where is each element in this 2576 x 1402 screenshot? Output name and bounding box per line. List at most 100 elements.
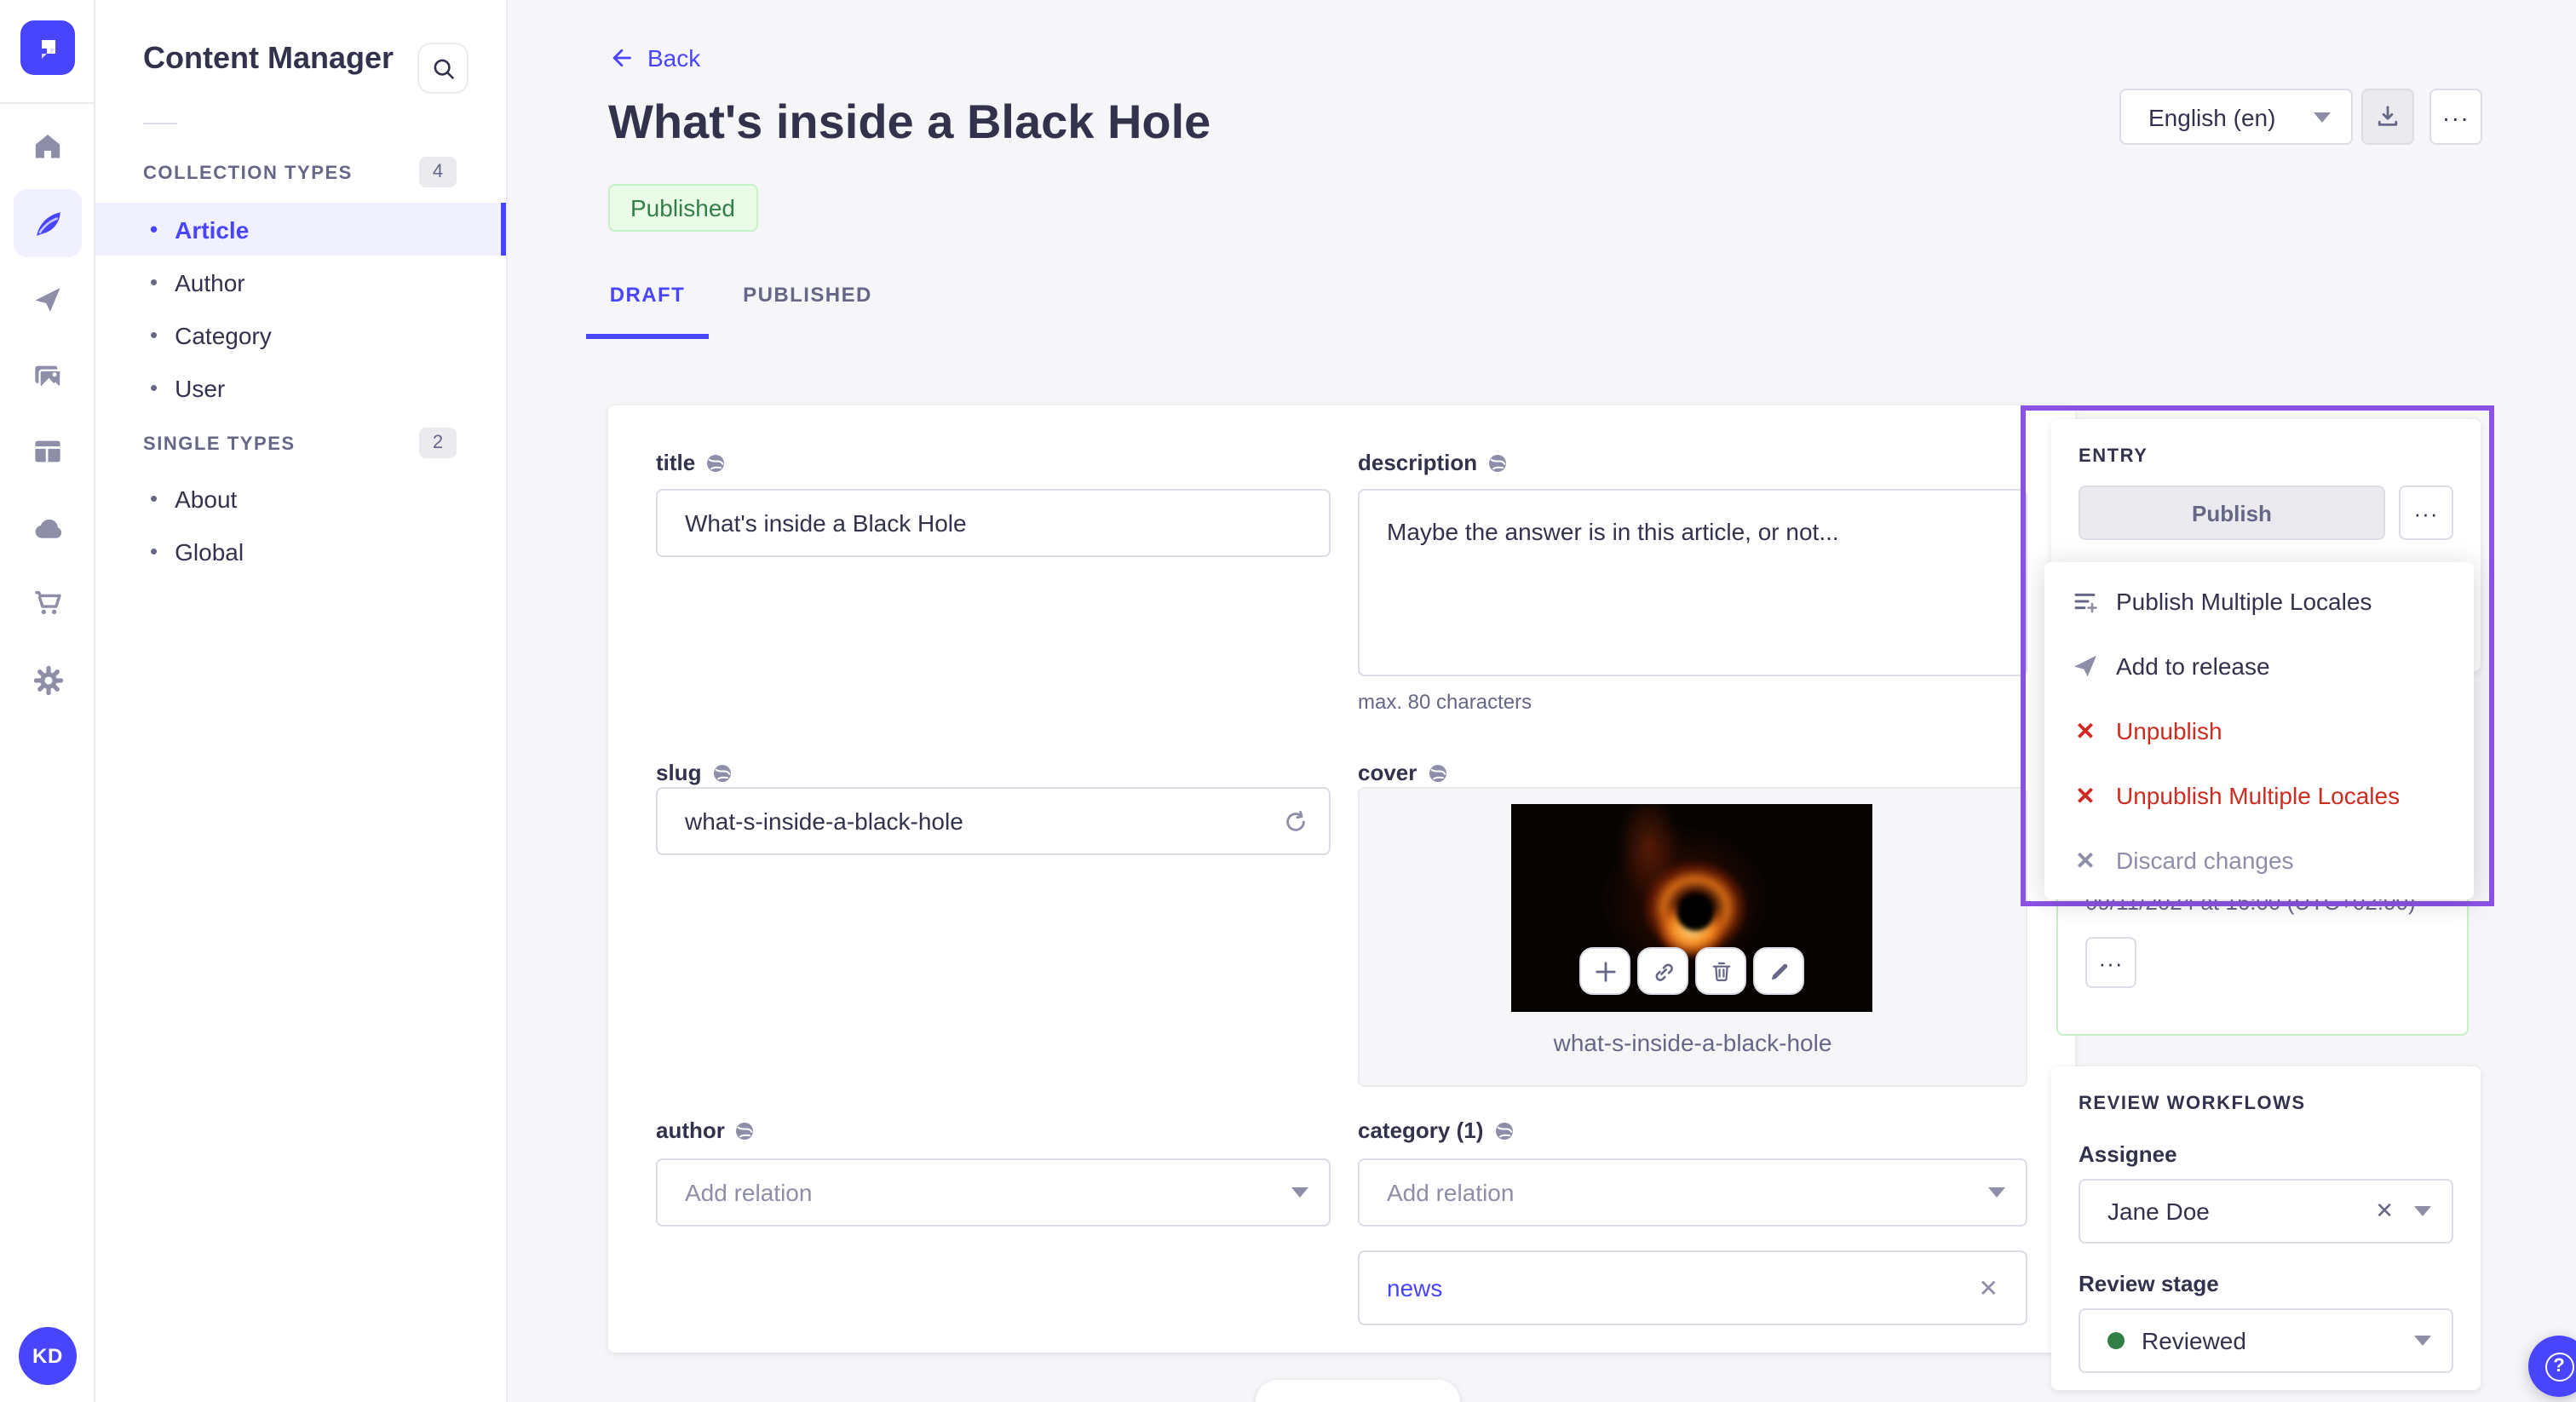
- delete-asset-button[interactable]: [1695, 947, 1746, 995]
- sidebar-item-category[interactable]: • Category: [95, 308, 508, 361]
- search-icon: [430, 55, 456, 81]
- copy-link-button[interactable]: [1637, 947, 1688, 995]
- category-relation-item[interactable]: news ✕: [1358, 1250, 2027, 1325]
- regenerate-slug-icon[interactable]: [1283, 808, 1308, 834]
- edit-asset-button[interactable]: [1753, 947, 1804, 995]
- review-workflows-panel: REVIEW WORKFLOWS Assignee Jane Doe ✕ Rev…: [2051, 1066, 2481, 1390]
- sidebar-item-user[interactable]: • User: [95, 361, 508, 414]
- download-button[interactable]: [2361, 89, 2414, 145]
- add-asset-button[interactable]: [1579, 947, 1630, 995]
- category-label-text: category (1): [1358, 1118, 1484, 1143]
- description-textarea[interactable]: Maybe the answer is in this article, or …: [1358, 489, 2027, 676]
- sidebar-item-label: Article: [175, 215, 250, 243]
- relation-link[interactable]: news: [1387, 1274, 1442, 1301]
- category-field-label: category (1): [1358, 1118, 1514, 1143]
- assignee-value: Jane Doe: [2107, 1198, 2210, 1225]
- author-relation-select[interactable]: Add relation: [656, 1158, 1331, 1227]
- menu-item-label: Discard changes: [2116, 847, 2294, 874]
- menu-item-label: Publish Multiple Locales: [2116, 588, 2372, 615]
- rail-divider: [0, 102, 94, 104]
- locale-select[interactable]: English (en): [2119, 89, 2353, 145]
- locale-globe-icon: [735, 1120, 756, 1141]
- description-label-text: description: [1358, 450, 1478, 475]
- author-placeholder: Add relation: [685, 1179, 813, 1206]
- menu-item-publish-multiple-locales[interactable]: Publish Multiple Locales: [2044, 569, 2474, 634]
- marketplace-cart-icon[interactable]: [14, 569, 82, 637]
- chevron-down-icon: [2414, 1336, 2431, 1346]
- entry-more-button[interactable]: ···: [2399, 486, 2453, 540]
- single-types-count: 2: [419, 428, 457, 458]
- floating-pill: [1256, 1380, 1460, 1402]
- sidebar-item-global[interactable]: • Global: [95, 525, 508, 577]
- user-avatar[interactable]: KD: [19, 1327, 77, 1385]
- link-icon: [1652, 960, 1674, 982]
- cover-filename: what-s-inside-a-black-hole: [1553, 1029, 1832, 1056]
- slug-field-label: slug: [656, 760, 732, 785]
- collection-types-count: 4: [419, 157, 457, 187]
- publish-button[interactable]: Publish: [2079, 486, 2385, 540]
- content-manager-icon[interactable]: [14, 189, 82, 257]
- assignee-select[interactable]: Jane Doe ✕: [2079, 1179, 2453, 1244]
- settings-gear-icon[interactable]: [14, 646, 82, 714]
- menu-item-add-to-release[interactable]: Add to release: [2044, 634, 2474, 698]
- description-field-label: description: [1358, 450, 1508, 475]
- app-root: KD Content Manager COLLECTION TYPES 4 • …: [0, 0, 2576, 1402]
- bullet-icon: •: [150, 269, 158, 295]
- sidebar-item-label: About: [175, 485, 238, 512]
- menu-item-unpublish[interactable]: ✕ Unpublish: [2044, 698, 2474, 763]
- cross-icon: ✕: [2075, 781, 2096, 808]
- home-icon[interactable]: [14, 112, 82, 181]
- locale-globe-icon: [705, 452, 726, 473]
- back-arrow-icon: [608, 46, 634, 70]
- bullet-icon: •: [150, 216, 158, 242]
- header-more-button[interactable]: ···: [2429, 89, 2482, 145]
- tab-published[interactable]: PUBLISHED: [734, 283, 881, 307]
- releases-icon[interactable]: [14, 266, 82, 334]
- search-button[interactable]: [417, 43, 469, 94]
- media-library-icon[interactable]: [14, 342, 82, 411]
- sidebar-item-author[interactable]: • Author: [95, 256, 508, 308]
- slug-input-value: what-s-inside-a-black-hole: [685, 807, 963, 835]
- release-more-button[interactable]: ···: [2085, 937, 2136, 988]
- category-relation-select[interactable]: Add relation: [1358, 1158, 2027, 1227]
- paper-plane-icon: [2072, 652, 2099, 680]
- clear-assignee-icon[interactable]: ✕: [2375, 1198, 2394, 1225]
- menu-item-unpublish-multiple-locales[interactable]: ✕ Unpublish Multiple Locales: [2044, 763, 2474, 828]
- locale-select-value: English (en): [2148, 103, 2276, 130]
- menu-item-label: Unpublish: [2116, 717, 2222, 744]
- active-tab-underline: [586, 334, 709, 339]
- back-link[interactable]: Back: [608, 44, 700, 72]
- cover-label-text: cover: [1358, 760, 1417, 785]
- stage-value: Reviewed: [2142, 1327, 2246, 1354]
- pencil-icon: [1768, 960, 1790, 982]
- review-stage-select[interactable]: Reviewed: [2079, 1308, 2453, 1373]
- question-mark-icon: ?: [2544, 1352, 2573, 1381]
- publish-actions-menu: Publish Multiple Locales Add to release …: [2044, 562, 2474, 899]
- content-type-builder-icon[interactable]: [14, 417, 82, 486]
- slug-input[interactable]: what-s-inside-a-black-hole: [656, 787, 1331, 855]
- collection-types-heading: COLLECTION TYPES: [143, 164, 353, 184]
- review-workflows-heading: REVIEW WORKFLOWS: [2079, 1094, 2306, 1114]
- strapi-logo[interactable]: [20, 20, 75, 75]
- sidebar-item-article[interactable]: • Article: [95, 203, 508, 256]
- chevron-down-icon: [1291, 1187, 1308, 1198]
- page-title: What's inside a Black Hole: [608, 95, 1211, 148]
- title-input[interactable]: What's inside a Black Hole: [656, 489, 1331, 557]
- more-icon: ···: [2441, 103, 2470, 130]
- cover-field-label: cover: [1358, 760, 1447, 785]
- bullet-icon: •: [150, 322, 158, 348]
- sidebar-title: Content Manager: [143, 41, 394, 75]
- menu-item-label: Unpublish Multiple Locales: [2116, 782, 2401, 809]
- deploy-cloud-icon[interactable]: [14, 494, 82, 562]
- sidebar-item-label: Category: [175, 321, 272, 348]
- sidebar-item-about[interactable]: • About: [95, 472, 508, 525]
- back-label: Back: [647, 44, 701, 72]
- locale-globe-icon: [1487, 452, 1508, 473]
- help-button[interactable]: ?: [2528, 1336, 2576, 1397]
- remove-relation-icon[interactable]: ✕: [1979, 1273, 1998, 1302]
- title-input-value: What's inside a Black Hole: [685, 509, 967, 537]
- menu-item-discard-changes[interactable]: ✕ Discard changes: [2044, 828, 2474, 893]
- menu-item-label: Add to release: [2116, 652, 2270, 680]
- tab-draft[interactable]: DRAFT: [586, 283, 709, 307]
- more-icon: ···: [2098, 950, 2124, 975]
